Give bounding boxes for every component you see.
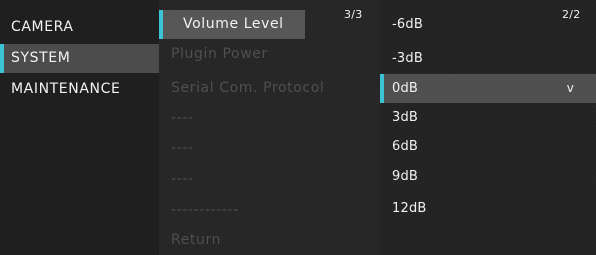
- main-menu-item-system[interactable]: SYSTEM: [0, 44, 159, 73]
- sub-menu-item-return: Return: [159, 226, 380, 255]
- selection-accent-bar: [159, 10, 163, 39]
- selection-accent-bar: [380, 74, 384, 103]
- main-menu-item-label: CAMERA: [11, 19, 74, 35]
- main-menu-item-camera[interactable]: CAMERA: [0, 13, 159, 42]
- value-option[interactable]: 6dB: [380, 132, 596, 161]
- sub-menu-item-plugin-power: Plugin Power: [159, 40, 380, 69]
- main-menu: CAMERA SYSTEM MAINTENANCE: [0, 0, 159, 255]
- sub-menu-item-label: ----: [171, 171, 194, 187]
- value-option-label: 12dB: [392, 201, 427, 216]
- value-option-label: -3dB: [392, 51, 423, 66]
- value-option-label: 3dB: [392, 110, 419, 125]
- sub-menu-item-empty: ----: [159, 134, 380, 163]
- sub-menu-item-label: ----: [171, 140, 194, 156]
- value-list: 2/2 -6dB -3dB 0dB v 3dB 6dB 9dB 12dB: [380, 0, 596, 255]
- main-menu-item-label: SYSTEM: [11, 50, 71, 66]
- sub-menu-item-label: Plugin Power: [171, 46, 268, 62]
- sub-menu-item-empty: ----: [159, 104, 380, 133]
- sub-menu-item-empty: ----: [159, 165, 380, 194]
- sub-menu-item-label: Volume Level: [183, 16, 284, 32]
- value-option-label: 9dB: [392, 169, 419, 184]
- main-menu-item-label: MAINTENANCE: [11, 81, 121, 97]
- sub-menu-item-label: ----: [171, 110, 194, 126]
- sub-menu-item-label: ------------: [171, 202, 239, 218]
- value-option-label: 6dB: [392, 139, 419, 154]
- value-option[interactable]: -3dB: [380, 44, 596, 73]
- sub-menu: Volume Level 3/3 Plugin Power Serial Com…: [159, 0, 380, 255]
- sub-menu-item-volume-level[interactable]: Volume Level: [159, 10, 305, 39]
- selection-accent-bar: [0, 44, 4, 73]
- sub-menu-item-serial-com-protocol: Serial Com. Protocol: [159, 74, 380, 103]
- value-option[interactable]: 3dB: [380, 103, 596, 132]
- value-option[interactable]: -6dB: [380, 10, 596, 39]
- value-option-label: -6dB: [392, 17, 423, 32]
- main-menu-item-maintenance[interactable]: MAINTENANCE: [0, 75, 159, 104]
- value-option-selected[interactable]: 0dB v: [380, 74, 596, 103]
- value-option-label: 0dB: [392, 81, 419, 96]
- sub-menu-item-label: Return: [171, 232, 222, 248]
- value-option[interactable]: 9dB: [380, 162, 596, 191]
- value-option[interactable]: 12dB: [380, 194, 596, 223]
- sub-menu-divider: ------------: [159, 196, 380, 225]
- selected-check-icon: v: [566, 81, 574, 95]
- sub-menu-item-label: Serial Com. Protocol: [171, 80, 325, 96]
- sub-menu-page-indicator: 3/3: [344, 8, 363, 21]
